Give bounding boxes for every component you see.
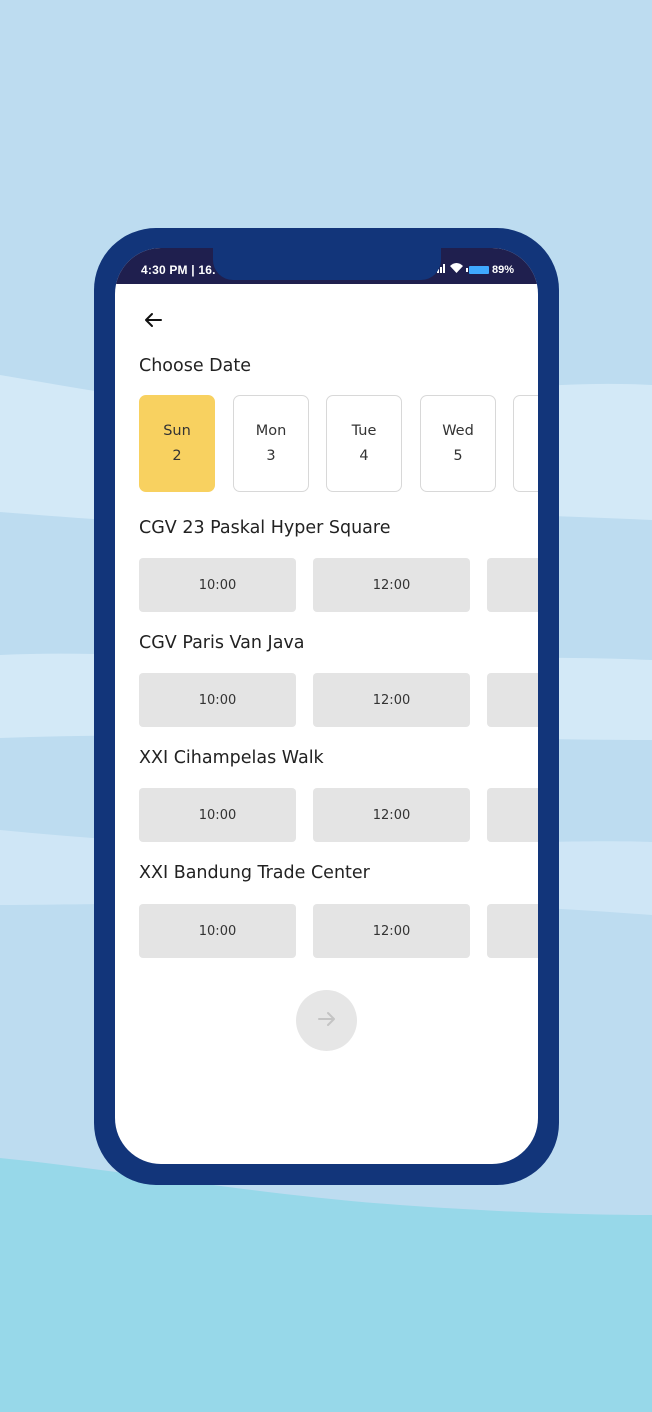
battery-icon [465, 265, 489, 274]
screen-content: Choose Date Sun 2 Mon 3 Tue 4 Wed 5 CGV … [115, 284, 538, 1164]
wifi-icon [449, 263, 463, 276]
showtime-button[interactable] [487, 904, 538, 958]
next-button[interactable] [296, 990, 357, 1051]
showtime-button[interactable]: 10:00 [139, 673, 296, 727]
phone-notch [213, 248, 441, 280]
showtime-button[interactable]: 10:00 [139, 558, 296, 612]
showtime-button[interactable]: 10:00 [139, 788, 296, 842]
date-day: Wed [442, 423, 474, 439]
showtime-button[interactable]: 10:00 [139, 904, 296, 958]
showtime-button[interactable] [487, 558, 538, 612]
date-day: Mon [255, 423, 287, 439]
showtime-button[interactable]: 12:00 [313, 673, 470, 727]
date-card-next[interactable] [513, 395, 538, 492]
date-day: Tue [351, 423, 377, 439]
phone-screen: 4:30 PM | 16. 89% Choose Date Sun 2 Mon … [115, 248, 538, 1164]
date-card-mon[interactable]: Mon 3 [233, 395, 309, 492]
showtime-button[interactable] [487, 788, 538, 842]
cinema-name: XXI Bandung Trade Center [139, 863, 370, 883]
date-number: 5 [453, 448, 463, 464]
cinema-name: CGV 23 Paskal Hyper Square [139, 518, 391, 538]
cinema-name: CGV Paris Van Java [139, 633, 305, 653]
showtime-button[interactable]: 12:00 [313, 904, 470, 958]
showtime-button[interactable] [487, 673, 538, 727]
status-time: 4:30 PM | 16. [141, 263, 216, 277]
date-number: 2 [172, 448, 182, 464]
choose-date-title: Choose Date [139, 356, 251, 376]
battery-percent: 89% [491, 263, 514, 276]
showtime-button[interactable]: 12:00 [313, 788, 470, 842]
back-button[interactable] [139, 306, 167, 334]
cinema-name: XXI Cihampelas Walk [139, 748, 324, 768]
date-number: 4 [359, 448, 369, 464]
date-card-wed[interactable]: Wed 5 [420, 395, 496, 492]
status-icons: 89% [436, 263, 514, 276]
arrow-right-icon [315, 1007, 339, 1035]
phone-frame: 4:30 PM | 16. 89% Choose Date Sun 2 Mon … [94, 228, 559, 1185]
date-number: 3 [266, 448, 276, 464]
arrow-left-icon [139, 313, 167, 338]
date-card-tue[interactable]: Tue 4 [326, 395, 402, 492]
date-card-sun[interactable]: Sun 2 [139, 395, 215, 492]
showtime-button[interactable]: 12:00 [313, 558, 470, 612]
date-day: Sun [163, 423, 191, 439]
